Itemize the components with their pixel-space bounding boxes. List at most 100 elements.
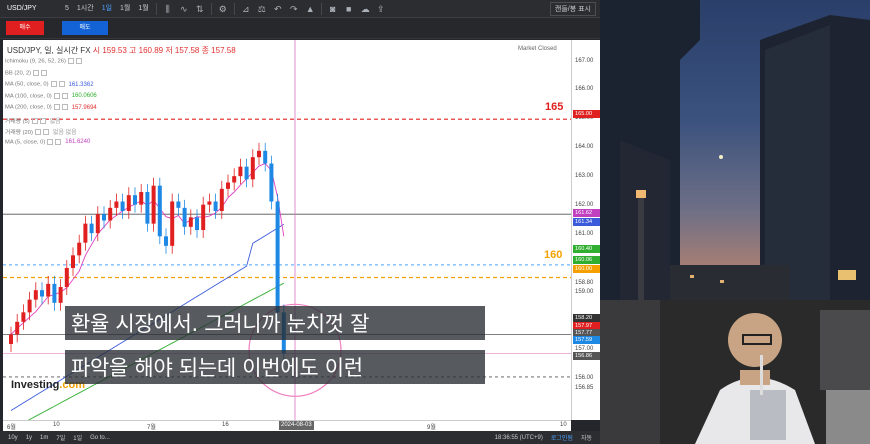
price-tag: 165.00 xyxy=(573,110,600,118)
market-status: Market Closed xyxy=(518,46,557,52)
indicator-settings-icon[interactable] xyxy=(58,81,65,87)
toolbar-divider xyxy=(210,2,212,15)
interval-5[interactable]: 5 xyxy=(62,2,72,16)
chart-legend-title: USD/JPY, 일, 실시간 FX 시 159.53 고 160.89 저 1… xyxy=(7,45,236,56)
indicator-settings-icon[interactable] xyxy=(31,117,38,124)
candle xyxy=(157,185,162,237)
indicator-settings-icon[interactable] xyxy=(75,58,82,64)
candle xyxy=(33,290,38,300)
price-axis: 167.00 166.00 165.00 164.00 163.00 162.00 161.… xyxy=(571,40,600,420)
redo-icon[interactable]: ↷ xyxy=(287,2,301,16)
indicator-row[interactable]: MA (5, close, 0) 161.6240 xyxy=(5,138,91,146)
indicator-icon[interactable]: ∿ xyxy=(177,2,191,16)
candle xyxy=(46,283,51,297)
indicator-settings-icon[interactable] xyxy=(50,81,57,87)
indicator-row[interactable]: 거래량 (20) 없음 없음 xyxy=(5,127,77,136)
indicator-settings-icon[interactable] xyxy=(33,69,40,76)
upload-icon[interactable]: ⇪ xyxy=(374,2,388,16)
candle xyxy=(195,217,199,230)
candle xyxy=(238,166,243,177)
undo-icon[interactable]: ↶ xyxy=(271,2,285,16)
range-7d[interactable]: 7일 xyxy=(56,433,65,442)
price-tag: 161.62 xyxy=(573,209,600,217)
indicator-settings-icon[interactable] xyxy=(61,92,68,99)
price-tick: 158.80 xyxy=(575,280,594,286)
candle xyxy=(188,217,193,227)
indicator-row[interactable]: MA (200, close, 0) 157.9694 xyxy=(5,104,97,111)
indicator-settings-icon[interactable] xyxy=(53,104,60,110)
price-tag: 161.34 xyxy=(573,218,600,226)
auto-scale-toggle[interactable]: 자동 xyxy=(581,433,592,442)
indicator-settings-icon[interactable] xyxy=(34,129,41,136)
price-tick: 156.85 xyxy=(575,385,594,391)
color-icon[interactable]: ■ xyxy=(342,2,356,16)
settings-icon[interactable]: ⚙ xyxy=(216,2,230,16)
price-tick: 156.00 xyxy=(575,375,594,381)
candle xyxy=(182,207,187,227)
time-tick: 10 xyxy=(560,422,567,428)
ohlc-readout: 시 159.53 고 160.89 저 157.58 종 157.58 xyxy=(92,46,236,55)
buy-button[interactable]: 매수 xyxy=(6,21,44,35)
indicator-label: MA (100, close, 0) xyxy=(5,93,52,100)
login-status[interactable]: 로그인됨 xyxy=(551,433,573,442)
time-tick: 10 xyxy=(53,422,60,428)
display-mode-dropdown[interactable]: 캔들/봉 표시 xyxy=(549,1,596,16)
symbol-selector[interactable]: USD/JPY xyxy=(4,2,60,16)
toolbar-divider xyxy=(233,2,235,15)
range-10y[interactable]: 10y xyxy=(8,435,18,441)
chart-style-icon[interactable]: ⊿ xyxy=(239,2,253,16)
screen: USD/JPY 5 1시간 1일 1월 1월 ⫼ ∿ ⇅ ⚙ ⊿ ⚖ ↶ ↷ ▲… xyxy=(0,0,870,444)
indicator-label: 거래량 (20) xyxy=(5,130,33,136)
range-1d[interactable]: 1일 xyxy=(73,433,82,442)
indicator-row[interactable]: MA (100, close, 0) 160.0606 xyxy=(5,92,97,100)
webcam-feed xyxy=(600,300,870,444)
interval-1w[interactable]: 1월 xyxy=(117,2,133,16)
interval-1h[interactable]: 1시간 xyxy=(74,2,97,16)
range-1m[interactable]: 1m xyxy=(40,435,48,441)
indicator-value: 161.6240 xyxy=(65,139,91,146)
candle xyxy=(250,157,255,180)
candle xyxy=(133,195,137,205)
candle xyxy=(164,236,168,246)
interval-1d[interactable]: 1일 xyxy=(99,2,115,16)
indicator-row[interactable]: BB (20, 2) xyxy=(5,69,48,77)
subtitle-line-2: 파악을 해야 되는데 이번에도 이런 xyxy=(65,350,485,384)
time-cursor-label: 2024-08-03 xyxy=(279,421,314,430)
indicator-settings-icon[interactable] xyxy=(42,129,49,136)
range-1y[interactable]: 1y xyxy=(26,435,32,441)
indicator-row[interactable]: MA (50, close, 0) 161.3362 xyxy=(5,81,94,88)
sell-button[interactable]: 매도 xyxy=(62,21,108,35)
indicator-settings-icon[interactable] xyxy=(47,138,54,145)
indicator-settings-icon[interactable] xyxy=(67,58,74,64)
candle xyxy=(108,207,113,221)
indicator-label: Ichimoku (9, 26, 52, 26) xyxy=(5,58,66,65)
balance-icon[interactable]: ⚖ xyxy=(255,2,269,16)
interval-1m[interactable]: 1월 xyxy=(135,2,151,16)
price-tick: 163.00 xyxy=(575,173,594,179)
candle xyxy=(15,321,20,335)
indicator-row[interactable]: 거래량 (5) 없음 xyxy=(5,116,61,125)
indicator-value: 없음 xyxy=(49,118,61,125)
indicator-value: 157.9694 xyxy=(71,104,97,111)
alert-icon[interactable]: ▲ xyxy=(303,2,317,16)
indicator-label: BB (20, 2) xyxy=(5,70,32,77)
compare-icon[interactable]: ⇅ xyxy=(193,2,207,16)
indicator-settings-icon[interactable] xyxy=(53,92,60,99)
candle xyxy=(219,188,224,211)
city-dusk-scene xyxy=(600,0,870,300)
indicator-label: MA (5, close, 0) xyxy=(5,139,46,146)
candle xyxy=(40,290,44,297)
time-tick: 9월 xyxy=(427,425,436,431)
indicator-settings-icon[interactable] xyxy=(39,117,46,124)
cloud-icon[interactable]: ☁ xyxy=(358,2,372,16)
indicator-settings-icon[interactable] xyxy=(55,138,62,145)
price-tick: 164.00 xyxy=(575,144,594,150)
indicator-row[interactable]: Ichimoku (9, 26, 52, 26) xyxy=(5,58,82,65)
indicator-settings-icon[interactable] xyxy=(41,69,48,76)
candle xyxy=(257,150,261,158)
indicator-settings-icon[interactable] xyxy=(61,104,68,110)
candle xyxy=(145,192,150,224)
camera-icon[interactable]: ◙ xyxy=(326,2,340,16)
goto-button[interactable]: Go to... xyxy=(90,435,110,441)
candle-type-icon[interactable]: ⫼ xyxy=(161,2,175,16)
